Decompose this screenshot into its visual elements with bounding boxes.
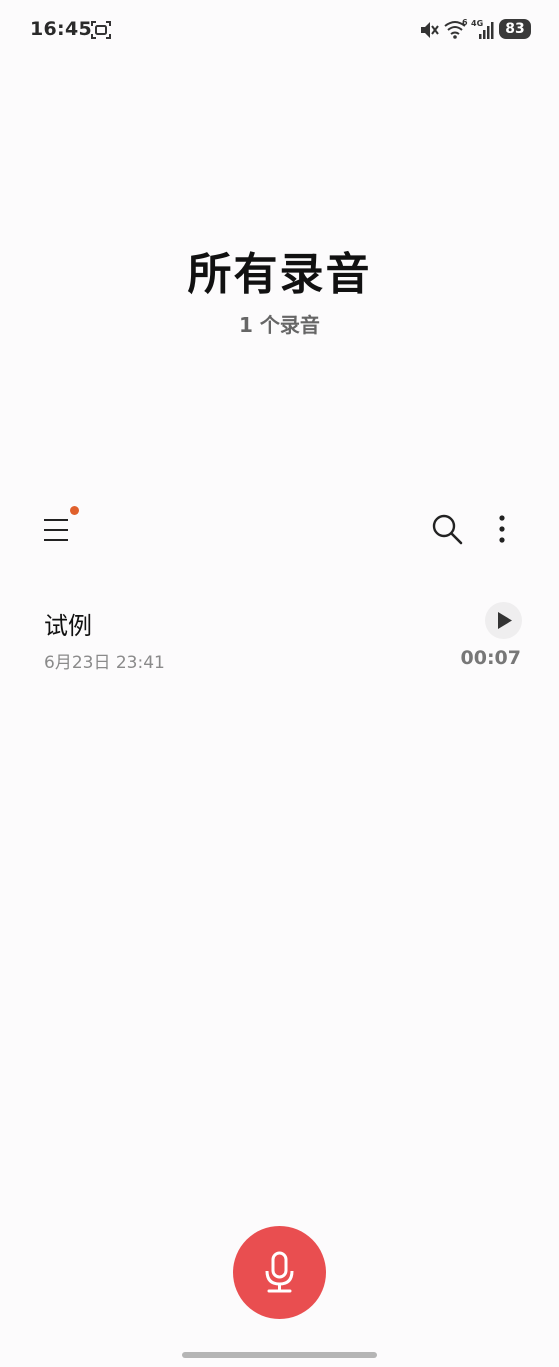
menu-button[interactable] bbox=[40, 506, 80, 550]
search-button[interactable] bbox=[430, 512, 464, 546]
record-button[interactable] bbox=[233, 1226, 326, 1319]
recording-count: 1 个录音 bbox=[239, 313, 320, 337]
status-icons: 6 4G 83 bbox=[401, 18, 531, 42]
screen-capture-icon bbox=[91, 21, 111, 39]
more-options-button[interactable] bbox=[490, 512, 514, 546]
network-type: 4G bbox=[471, 19, 483, 28]
wifi-icon: 6 bbox=[444, 18, 468, 39]
recording-duration: 00:07 bbox=[460, 647, 521, 669]
recording-date: 6月23日 23:41 bbox=[44, 653, 165, 673]
recording-list-item[interactable]: 试例 6月23日 23:41 00:07 bbox=[0, 590, 559, 680]
microphone-icon bbox=[265, 1251, 294, 1293]
play-icon bbox=[498, 612, 512, 629]
menu-icon bbox=[44, 519, 68, 541]
notification-dot bbox=[70, 506, 79, 515]
battery-indicator: 83 bbox=[499, 19, 531, 39]
home-indicator[interactable] bbox=[182, 1352, 377, 1358]
search-icon bbox=[432, 514, 463, 545]
play-button[interactable] bbox=[485, 602, 522, 639]
page-title: 所有录音 bbox=[187, 249, 372, 300]
signal-icon: 4G bbox=[471, 19, 494, 39]
status-time: 16:45 bbox=[30, 18, 92, 40]
status-bar: 16:45 6 4G 83 bbox=[0, 0, 559, 60]
more-vertical-icon bbox=[499, 515, 505, 543]
wifi-badge: 6 bbox=[462, 18, 468, 27]
recording-name: 试例 bbox=[44, 612, 92, 640]
mute-icon bbox=[421, 22, 439, 38]
